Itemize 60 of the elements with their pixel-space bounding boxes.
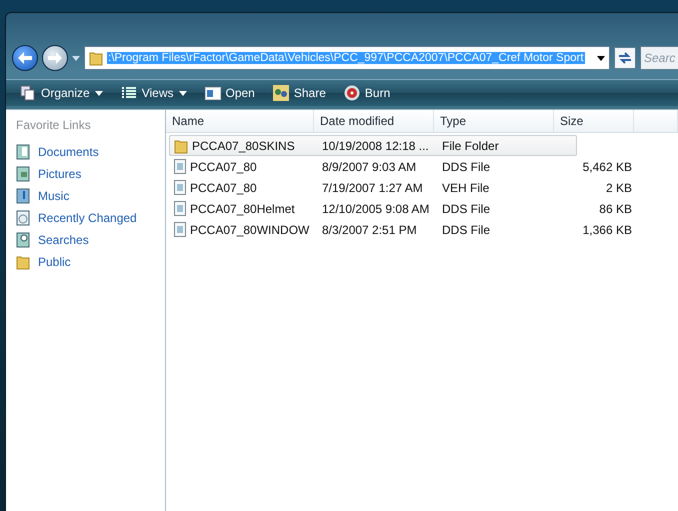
- caret-icon: [597, 56, 605, 60]
- toolbar-button[interactable]: Burn: [342, 82, 392, 104]
- pages-icon: [20, 85, 36, 101]
- file-row[interactable]: PCCA07_80SKINS 10/19/2008 12:18 ... File Folder: [169, 135, 577, 156]
- disc-icon: [344, 85, 360, 101]
- size-cell-text: 5,462 KB: [582, 160, 633, 174]
- refresh-arrows-icon: [618, 52, 632, 64]
- window-icon: [204, 86, 220, 100]
- sidebar-link[interactable]: Pictures: [16, 163, 165, 185]
- folder-icon: [89, 50, 103, 66]
- file-icon: [174, 180, 186, 195]
- arrow-right-icon: [48, 52, 62, 64]
- column-header[interactable]: Size: [554, 110, 634, 132]
- people-icon: [272, 85, 289, 101]
- sidebar-link[interactable]: Music: [16, 185, 165, 207]
- file-icon: [174, 159, 186, 174]
- sidebar-title: Favorite Links: [16, 118, 92, 132]
- file-name: PCCA07_80Helmet: [170, 201, 318, 216]
- sidebar-link[interactable]: Public: [16, 251, 165, 273]
- sidebar-link[interactable]: Recently Changed: [16, 207, 165, 229]
- date-cell-text: 8/9/2007 9:03 AM: [321, 160, 418, 174]
- refresh-button[interactable]: [614, 47, 636, 69]
- type-cell-text: File Folder: [441, 138, 500, 152]
- size-cell-text: 1,366 KB: [582, 222, 633, 236]
- date-cell-text: 10/19/2008 12:18 ...: [321, 138, 430, 152]
- toolbar-button[interactable]: Open: [202, 82, 257, 104]
- magnifier-icon: [16, 232, 30, 248]
- type-cell-text: DDS File: [441, 160, 492, 174]
- arrow-left-icon: [18, 52, 32, 64]
- caret-icon: [72, 56, 80, 60]
- picture-icon: [16, 166, 30, 182]
- type-cell-text: DDS File: [441, 202, 492, 216]
- column-header[interactable]: Date modified: [314, 110, 434, 132]
- toolbar-button[interactable]: Organize: [18, 82, 105, 104]
- file-icon: [174, 222, 186, 237]
- file-name: PCCA07_80: [170, 180, 318, 195]
- date-cell-text: 12/10/2005 9:08 AM: [321, 202, 430, 216]
- address-path: :\Program Files\rFactor\GameData\Vehicles\PCC_997\PCCA2007\PCCA07_Cref Motor Sport: [107, 52, 585, 64]
- file-name: PCCA07_80SKINS: [170, 138, 318, 154]
- folder-icon: [16, 254, 30, 270]
- size-cell-text: 86 KB: [598, 202, 633, 216]
- type-cell-text: VEH File: [441, 180, 490, 194]
- sidebar-link[interactable]: Documents: [16, 141, 165, 163]
- back-button[interactable]: [12, 45, 38, 71]
- type-cell-text: DDS File: [441, 222, 492, 236]
- folder-icon: [174, 138, 188, 154]
- column-header[interactable]: Name: [166, 110, 314, 132]
- file-name: PCCA07_80WINDOW: [170, 222, 318, 237]
- size-cell-text: 2 KB: [604, 180, 633, 194]
- file-name: PCCA07_80: [170, 159, 318, 174]
- file-icon: [174, 201, 186, 216]
- column-header[interactable]: Type: [434, 110, 554, 132]
- forward-button[interactable]: [42, 45, 68, 71]
- date-cell-text: 8/3/2007 2:51 PM: [321, 222, 418, 236]
- toolbar-button[interactable]: Share: [270, 82, 328, 104]
- list-icon: [120, 86, 137, 100]
- sidebar-link[interactable]: Searches: [16, 229, 165, 251]
- date-cell-text: 7/19/2007 1:27 AM: [321, 180, 424, 194]
- document-icon: [16, 144, 30, 160]
- toolbar-button[interactable]: Views: [118, 82, 188, 104]
